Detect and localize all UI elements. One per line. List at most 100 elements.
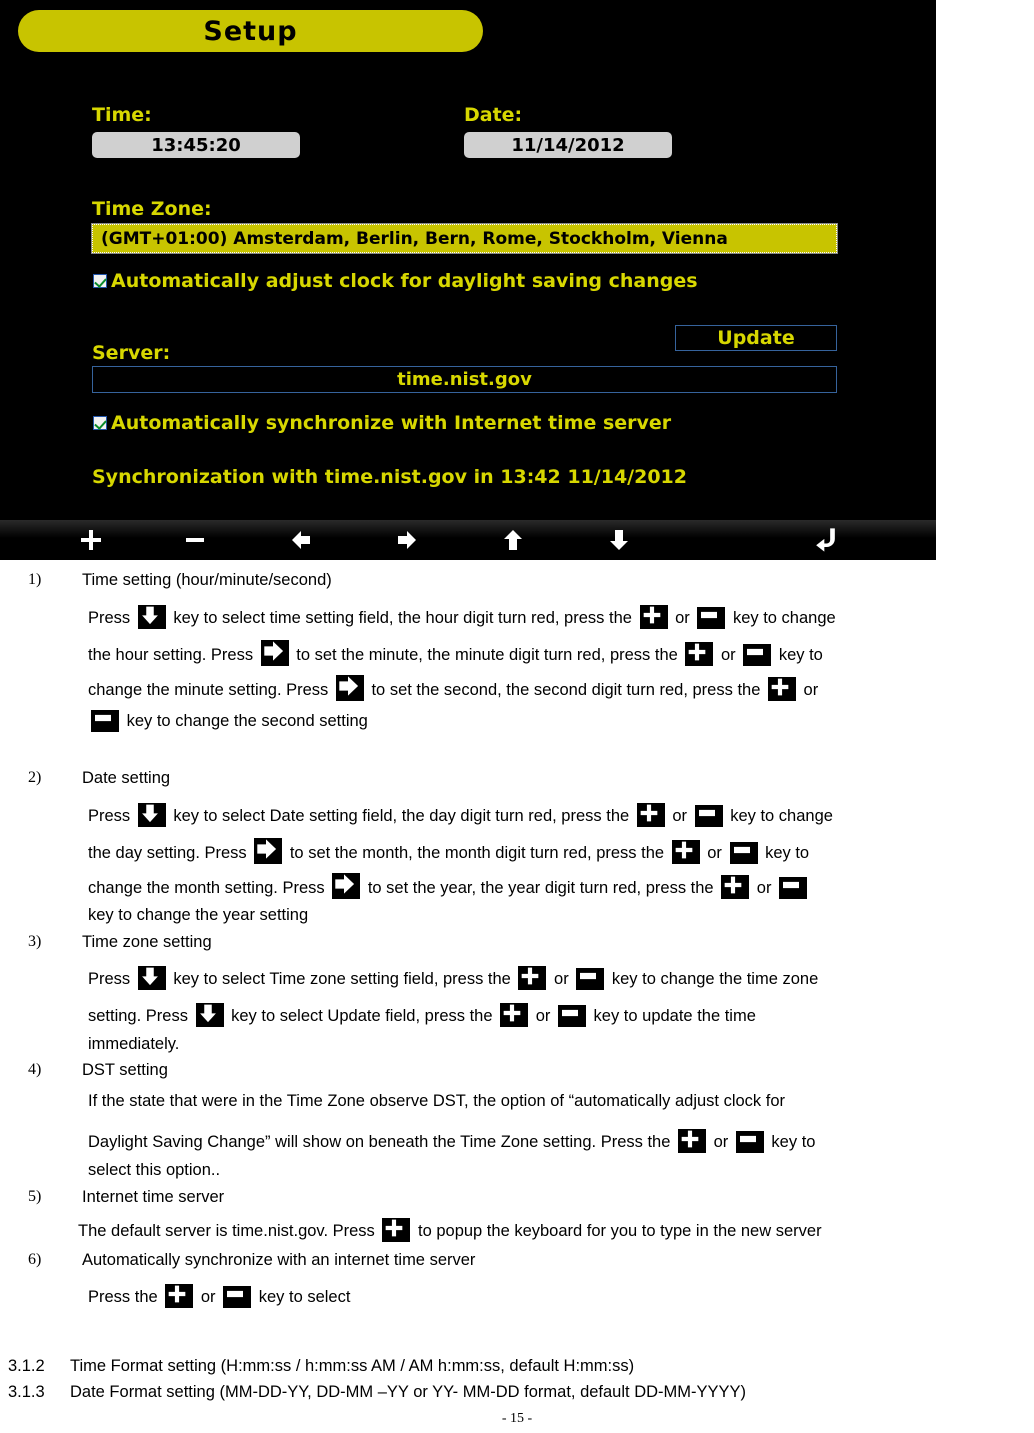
update-button[interactable]: Update <box>675 325 837 351</box>
list-item-4-line-1: If the state that were in the Time Zone … <box>88 1091 785 1112</box>
timezone-field[interactable]: (GMT+01:00) Amsterdam, Berlin, Bern, Rom… <box>91 223 838 254</box>
list-item-3-line-2: setting. Press key to select Update fiel… <box>88 1003 756 1027</box>
list-item-1-line-2: the hour setting. Press to set the minut… <box>88 640 823 666</box>
list-item-5-line-1: The default server is time.nist.gov. Pre… <box>78 1218 822 1242</box>
list-item-1-line-4: key to change the second setting <box>88 710 368 732</box>
device-toolbar <box>0 520 936 560</box>
sync-checkbox-label: Automatically synchronize with Internet … <box>111 412 672 434</box>
plus-key-icon <box>518 966 547 990</box>
list-item-3-number: 3) <box>28 933 42 950</box>
plus-key-icon <box>500 1003 529 1027</box>
inline-text: or <box>196 1288 221 1306</box>
time-label: Time: <box>92 104 152 126</box>
arrow-down-key-icon <box>137 803 166 827</box>
dst-checkbox-label: Automatically adjust clock for daylight … <box>111 270 698 292</box>
list-item-6-line-1: Press the or key to select <box>88 1284 350 1308</box>
inline-text: key to change <box>728 609 836 627</box>
inline-text: key to select Date setting field, the da… <box>168 807 634 825</box>
inline-text: key to <box>760 844 810 862</box>
plus-key-icon <box>671 840 700 864</box>
sync-checkbox-row[interactable]: Automatically synchronize with Internet … <box>93 412 671 434</box>
inline-text: Press <box>88 609 135 627</box>
section-3-1-2: 3.1.2 Time Format setting (H:mm:ss / h:mm… <box>8 1356 634 1377</box>
page-title: Setup <box>18 10 483 52</box>
list-item-3-line-3: immediately. <box>88 1034 179 1055</box>
plus-key-icon <box>382 1218 411 1242</box>
inline-text: key to change the second setting <box>122 712 368 730</box>
time-field[interactable]: 13:45:20 <box>92 132 300 158</box>
plus-key-icon <box>636 803 665 827</box>
date-field[interactable]: 11/14/2012 <box>464 132 672 158</box>
section-3-1-3-number: 3.1.3 <box>8 1383 45 1401</box>
inline-text: Daylight Saving Change” will show on ben… <box>88 1133 675 1151</box>
list-item-5-number: 5) <box>28 1188 42 1205</box>
sync-checkbox[interactable] <box>93 416 107 430</box>
dst-checkbox[interactable] <box>93 274 107 288</box>
list-item-6-heading: Automatically synchronize with an intern… <box>82 1251 476 1269</box>
back-icon[interactable] <box>814 526 844 554</box>
arrow-right-icon[interactable] <box>394 528 420 552</box>
inline-text: key to change the time zone <box>607 970 819 988</box>
inline-text: or <box>531 1007 555 1025</box>
minus-key-icon <box>223 1286 252 1308</box>
sync-status-text: Synchronization with time.nist.gov in 13… <box>92 466 687 488</box>
inline-text: key to select time setting field, the ho… <box>168 609 637 627</box>
server-field[interactable]: time.nist.gov <box>92 366 837 393</box>
plus-key-icon <box>721 875 750 899</box>
inline-text: to set the month, the month digit turn r… <box>285 844 669 862</box>
arrow-right-key-icon <box>332 873 361 899</box>
inline-text: select this option.. <box>88 1161 221 1179</box>
inline-text: or <box>752 879 777 897</box>
minus-key-icon <box>697 607 726 629</box>
list-item-2-number: 2) <box>28 769 42 786</box>
inline-text: the day setting. Press <box>88 844 252 862</box>
inline-text: change the minute setting. Press <box>88 681 333 699</box>
inline-text: key to select Time zone setting field, p… <box>168 970 516 988</box>
inline-text: the hour setting. Press <box>88 646 258 664</box>
section-3-1-3-text: Date Format setting (MM-DD-YY, DD-MM –YY… <box>70 1383 747 1401</box>
inline-text: change the month setting. Press <box>88 879 330 897</box>
inline-text: setting. Press <box>88 1007 193 1025</box>
dst-checkbox-row[interactable]: Automatically adjust clock for daylight … <box>93 270 698 292</box>
plus-key-icon <box>767 677 796 701</box>
minus-key-icon <box>743 644 772 666</box>
inline-text: or <box>709 1133 733 1151</box>
inline-text: Press <box>88 807 135 825</box>
arrow-down-icon[interactable] <box>606 528 632 552</box>
inline-text: Press <box>88 970 135 988</box>
minus-key-icon <box>576 968 605 990</box>
list-item-1-line-1: Press key to select time setting field, … <box>88 605 836 629</box>
inline-text: If the state that were in the Time Zone … <box>88 1092 786 1110</box>
minus-key-icon <box>729 842 758 864</box>
list-item-2-line-4: key to change the year setting <box>88 905 308 926</box>
manual-text-body: 1) Time setting (hour/minute/second) Pre… <box>0 560 1034 1433</box>
list-item-4-number: 4) <box>28 1061 42 1078</box>
device-screen: Setup Time: 13:45:20 Date: 11/14/2012 Ti… <box>0 0 936 560</box>
list-item-2-line-2: the day setting. Press to set the month,… <box>88 838 809 864</box>
list-item-4-heading: DST setting <box>82 1061 168 1079</box>
server-label: Server: <box>92 342 171 364</box>
arrow-left-icon[interactable] <box>288 528 314 552</box>
timezone-label: Time Zone: <box>92 198 212 220</box>
list-item-3-line-1: Press key to select Time zone setting fi… <box>88 966 818 990</box>
section-3-1-3: 3.1.3 Date Format setting (MM-DD-YY, DD-M… <box>8 1382 746 1403</box>
minus-key-icon <box>779 877 808 899</box>
arrow-down-key-icon <box>137 966 166 990</box>
inline-text: or <box>716 646 741 664</box>
inline-text: to set the year, the year digit turn red… <box>363 879 719 897</box>
inline-text: immediately. <box>88 1035 180 1053</box>
inline-text: to set the second, the second digit turn… <box>366 681 765 699</box>
inline-text: or <box>549 970 574 988</box>
section-3-1-2-number: 3.1.2 <box>8 1357 45 1375</box>
arrow-up-icon[interactable] <box>500 528 526 552</box>
list-item-2-line-1: Press key to select Date setting field, … <box>88 803 833 827</box>
inline-text: to set the minute, the minute digit turn… <box>291 646 683 664</box>
inline-text: key to change <box>725 807 833 825</box>
inline-text: Press the <box>88 1288 163 1306</box>
inline-text: key to select <box>254 1288 351 1306</box>
minus-key-icon <box>91 710 119 732</box>
plus-icon[interactable] <box>78 528 104 552</box>
arrow-right-key-icon <box>335 675 364 701</box>
minus-icon[interactable] <box>182 528 208 552</box>
list-item-4-line-2: Daylight Saving Change” will show on ben… <box>88 1129 815 1153</box>
